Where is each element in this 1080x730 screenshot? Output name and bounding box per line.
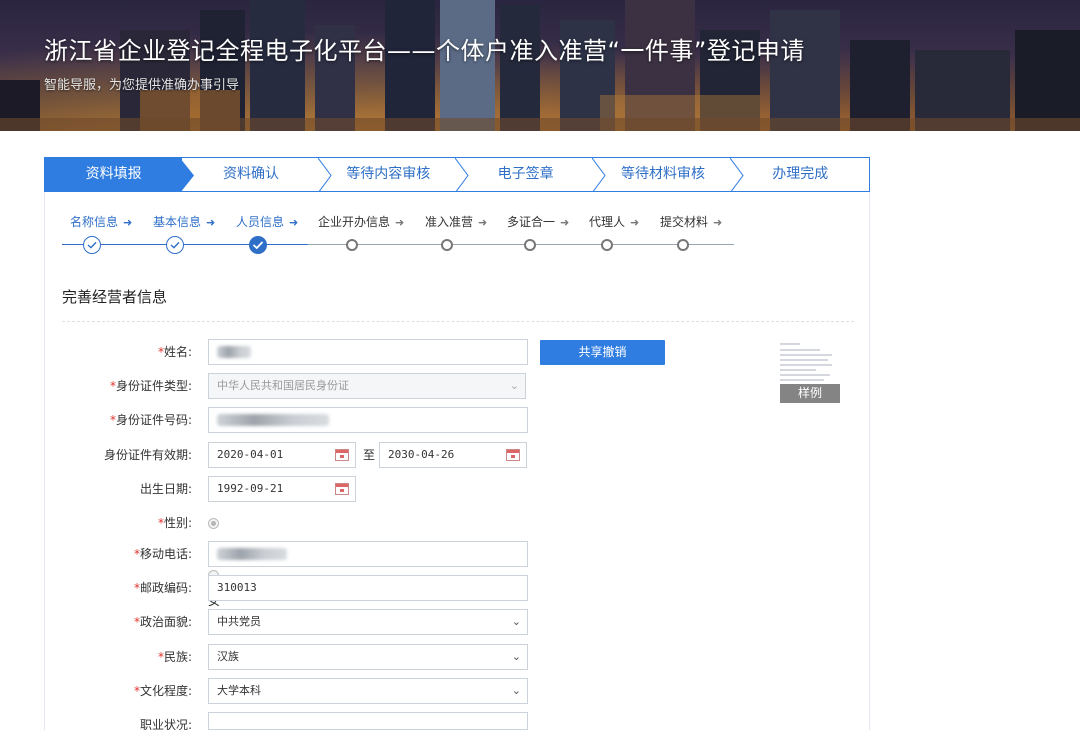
step-fill[interactable]: 资料填报 [45, 158, 195, 191]
substep-access[interactable]: 准入准营 ➜ [425, 213, 487, 230]
check-circle-filled-icon [249, 236, 267, 254]
sample-preview[interactable]: 样例 [774, 339, 842, 405]
pending-circle-icon [346, 239, 358, 251]
step-label: 办理完成 [772, 166, 829, 182]
share-revoke-button[interactable]: 共享撤销 [540, 340, 665, 365]
arrow-right-icon: ➜ [395, 216, 405, 229]
chevron-down-icon: ⌄ [511, 650, 521, 663]
pending-circle-icon [441, 239, 453, 251]
step-e-signature[interactable]: 电子签章 [457, 158, 606, 191]
validity-label: 身份证件有效期: [103, 448, 192, 462]
page-subtitle: 智能导服，为您提供准确办事引导 [44, 78, 240, 93]
check-circle-icon [166, 236, 184, 254]
sub-progress: 名称信息 ➜ 基本信息 ➜ 人员信息 ➜ 企业开办信息 ➜ 准入准营 ➜ 多证合一 ➜ 代理… [62, 213, 752, 258]
chevron-down-icon: ⌄ [509, 379, 519, 392]
validity-from-date-field[interactable]: 2020-04-01 [208, 442, 356, 468]
substep-submit-materials[interactable]: 提交材料 ➜ [660, 213, 722, 230]
section-title: 完善经营者信息 [62, 288, 168, 306]
education-select[interactable]: 大学本科 ⌄ [208, 678, 528, 704]
idtype-select[interactable]: 中华人民共和国居民身份证 ⌄ [208, 373, 526, 399]
step-confirm[interactable]: 资料确认 [182, 158, 332, 191]
substep-enterprise-info[interactable]: 企业开办信息 ➜ [318, 213, 404, 230]
arrow-right-icon: ➜ [123, 216, 133, 229]
ethnic-select[interactable]: 汉族 ⌄ [208, 644, 528, 670]
chevron-down-icon: ⌄ [511, 615, 521, 628]
page-title: 浙江省企业登记全程电子化平台——个体户准入准营“一件事”登记申请 [44, 37, 805, 65]
arrow-right-icon: ➜ [289, 216, 299, 229]
step-label: 等待材料审核 [620, 166, 705, 182]
name-field[interactable] [208, 339, 528, 365]
substep-basic-info[interactable]: 基本信息 ➜ [153, 213, 215, 230]
redacted-value [217, 346, 251, 358]
zip-label: *邮政编码: [133, 581, 192, 595]
arrow-right-icon: ➜ [560, 216, 570, 229]
name-label: *姓名: [157, 345, 192, 359]
education-label: *文化程度: [133, 684, 192, 698]
job-label: 职业状况: [139, 718, 192, 730]
gender-label: *性别: [157, 516, 192, 530]
step-content-review[interactable]: 等待内容审核 [320, 158, 469, 191]
calendar-icon[interactable] [506, 449, 520, 461]
zip-field[interactable]: 310013 [208, 575, 528, 601]
political-select[interactable]: 中共党员 ⌄ [208, 609, 528, 635]
job-field[interactable] [208, 712, 528, 730]
check-circle-icon [83, 236, 101, 254]
ethnic-label: *民族: [157, 650, 192, 664]
sample-label: 样例 [780, 384, 840, 403]
redacted-value [217, 548, 287, 560]
validity-separator: 至 [363, 448, 376, 462]
birth-label: 出生日期: [139, 482, 192, 496]
pending-circle-icon [524, 239, 536, 251]
substep-personnel-info[interactable]: 人员信息 ➜ [236, 213, 298, 230]
idnum-label: *身份证件号码: [109, 413, 192, 427]
substep-name-info[interactable]: 名称信息 ➜ [70, 213, 132, 230]
header-banner: 浙江省企业登记全程电子化平台——个体户准入准营“一件事”登记申请 智能导服，为您… [0, 0, 1080, 131]
pending-circle-icon [677, 239, 689, 251]
arrow-right-icon: ➜ [478, 216, 488, 229]
calendar-icon[interactable] [335, 449, 349, 461]
step-label: 资料确认 [222, 166, 279, 182]
idnum-field[interactable] [208, 407, 528, 433]
substep-agent[interactable]: 代理人 ➜ [589, 213, 639, 230]
arrow-right-icon: ➜ [713, 216, 723, 229]
political-label: *政治面貌: [133, 615, 192, 629]
redacted-value [217, 414, 329, 426]
substep-multi-license[interactable]: 多证合一 ➜ [507, 213, 569, 230]
step-label: 资料填报 [85, 166, 142, 182]
radio-checked-icon[interactable] [208, 518, 219, 529]
phone-label: *移动电话: [133, 547, 192, 561]
pending-circle-icon [601, 239, 613, 251]
step-material-review[interactable]: 等待材料审核 [594, 158, 744, 191]
calendar-icon[interactable] [335, 483, 349, 495]
arrow-right-icon: ➜ [630, 216, 640, 229]
phone-field[interactable] [208, 541, 528, 567]
chevron-down-icon: ⌄ [511, 684, 521, 697]
arrow-right-icon: ➜ [206, 216, 216, 229]
idtype-label: *身份证件类型: [109, 379, 192, 393]
step-complete[interactable]: 办理完成 [732, 158, 869, 191]
main-progress-steps: 资料填报 资料确认 等待内容审核 电子签章 等待材料审核 办理完成 [44, 157, 870, 192]
step-label: 等待内容审核 [346, 166, 431, 182]
validity-to-date-field[interactable]: 2030-04-26 [379, 442, 527, 468]
step-label: 电子签章 [497, 166, 554, 182]
section-divider [62, 321, 854, 322]
birth-date-field[interactable]: 1992-09-21 [208, 476, 356, 502]
